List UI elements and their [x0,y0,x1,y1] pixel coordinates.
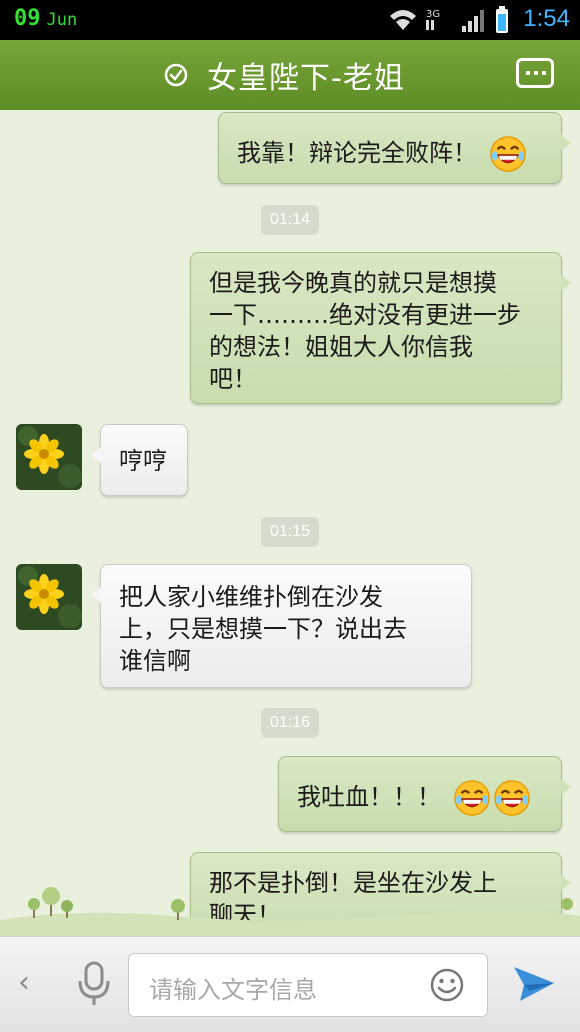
message-line: 谁信啊 [119,647,191,675]
message-input[interactable]: 请输入文字信息 [128,953,488,1017]
timestamp: 01:15 [261,517,319,547]
signal-icon [462,10,484,32]
message-input-placeholder: 请输入文字信息 [149,976,317,1004]
message-line: 一下………绝对没有更进一步 [209,301,521,329]
wifi-icon [390,10,416,30]
status-date-month: Jun [46,10,78,30]
status-date: 09 Jun [14,6,77,31]
laughing-tears-emoji-icon [453,780,490,816]
contact-avatar[interactable] [16,564,82,630]
message-bubble-incoming[interactable]: 把人家小维维扑倒在沙发 上，只是想摸一下？说出去 谁信啊 [91,564,472,688]
message-line: 吧！ [209,365,257,393]
message-bubble-outgoing[interactable]: 我吐血！！！ [278,756,571,832]
send-icon[interactable] [510,961,558,1005]
laughing-tears-emoji-icon [493,780,530,816]
status-icons: 3G [390,6,508,33]
timestamp: 01:14 [261,205,319,235]
message-bubble-outgoing[interactable]: 但是我今晚真的就只是想摸 一下………绝对没有更进一步 的想法！姐姐大人你信我 吧… [190,252,571,404]
flower-avatar-image [16,564,82,630]
message-text: 哼哼 [119,447,167,475]
message-text: 我靠！辩论完全败阵！ [237,139,477,167]
message-line: 上，只是想摸一下？说出去 [119,615,407,643]
message-text: 我吐血！！！ [297,783,441,811]
battery-icon [496,6,508,33]
title-bar: 女皇陛下-老姐 [0,40,580,116]
message-bubble-incoming[interactable]: 哼哼 [91,424,188,496]
laughing-tears-emoji-icon [489,136,526,172]
chat-area[interactable]: 我靠！辩论完全败阵！ 01:14 但是我今晚真的就只是想摸 一下………绝对没有更… [0,110,580,936]
status-date-day: 09 [14,6,41,31]
input-bar: ‹ 请输入文字信息 [0,936,580,1032]
microphone-icon[interactable] [76,961,112,1007]
contact-avatar[interactable] [16,424,82,490]
status-bar: 09 Jun 3G 1:54 [0,0,580,40]
message-line: 把人家小维维扑倒在沙发 [119,583,383,611]
timestamp: 01:16 [261,708,319,738]
scenery-decoration [0,887,580,936]
collapse-toolbar-button[interactable]: ‹ [18,965,30,1000]
flower-avatar-image [16,424,82,490]
network-label: 3G [426,9,440,20]
status-time: 1:54 [523,5,570,32]
network-type-icon: 3G [426,9,440,30]
message-line: 但是我今晚真的就只是想摸 [209,269,497,297]
verified-check-icon [164,63,188,87]
more-options-button[interactable] [516,58,554,88]
smiley-emoji-icon[interactable] [429,967,465,1003]
message-bubble-outgoing[interactable]: 我靠！辩论完全败阵！ [218,112,571,184]
chat-title: 女皇陛下-老姐 [207,61,405,96]
message-line: 的想法！姐姐大人你信我 [209,333,473,361]
